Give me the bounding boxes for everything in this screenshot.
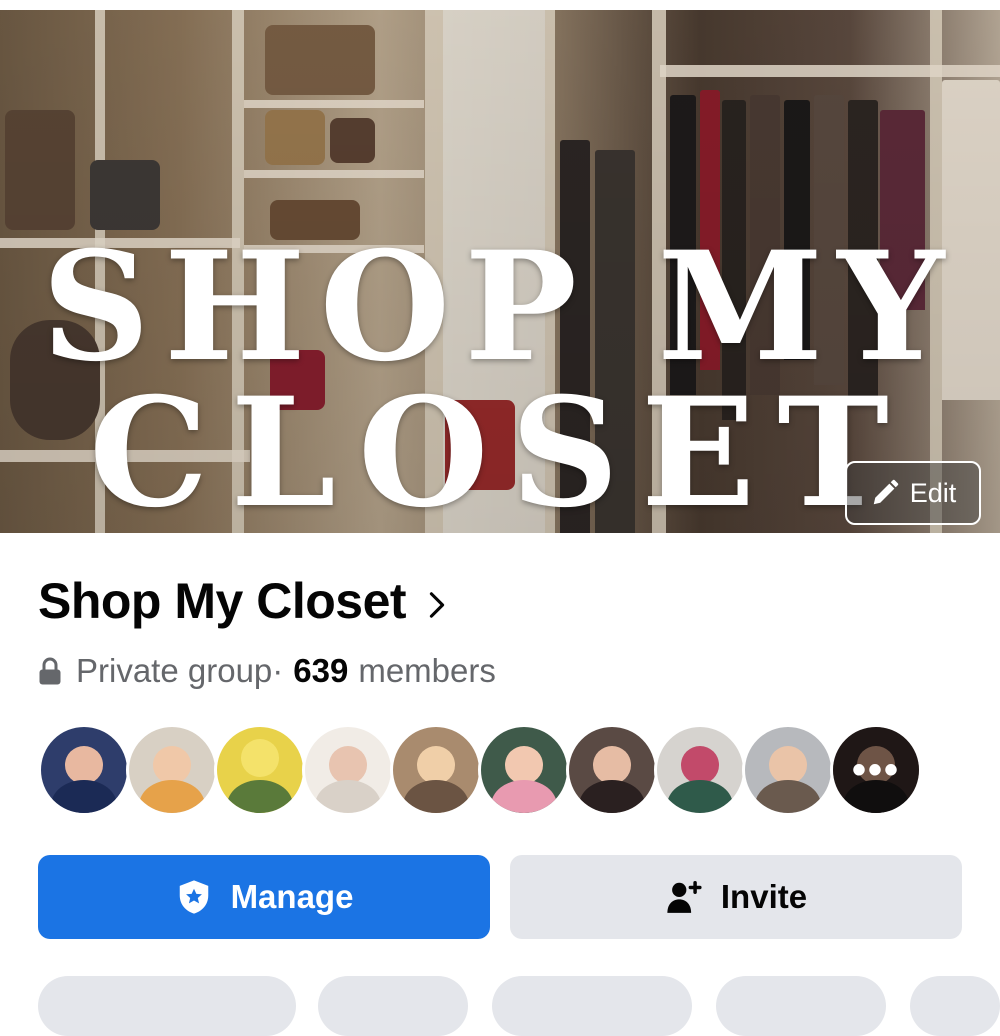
lock-icon [39,657,61,685]
tab-pill[interactable] [716,976,886,1036]
member-avatar[interactable] [654,724,746,816]
manage-label: Manage [230,878,354,915]
member-avatar[interactable] [126,724,218,816]
meta-separator: · [272,652,284,689]
member-avatar[interactable] [38,724,130,816]
pencil-icon [873,479,898,505]
cover-photo: SHOP MY CLOSET Edit [0,10,1000,533]
more-dots-icon: ••• [833,727,919,813]
edit-label: Edit [909,477,957,508]
privacy-label: Private group [76,652,273,689]
member-count[interactable]: 639 [293,652,348,690]
chevron-right-icon [429,592,445,618]
shield-star-icon [179,880,208,914]
group-name-link[interactable]: Shop My Closet [38,572,446,630]
edit-cover-button[interactable]: Edit [845,461,981,525]
more-members-avatar[interactable]: ••• [830,724,922,816]
member-suffix: members [358,652,496,689]
member-avatar[interactable] [390,724,482,816]
group-meta: Private group · 639 members [38,652,496,690]
invite-label: Invite [720,878,808,915]
invite-button[interactable]: Invite [510,855,962,939]
member-avatar[interactable] [302,724,394,816]
member-avatar[interactable] [566,724,658,816]
member-avatar[interactable] [214,724,306,816]
member-avatar[interactable] [742,724,834,816]
group-name: Shop My Closet [38,573,407,629]
tab-pill[interactable] [492,976,692,1036]
tab-pill[interactable] [38,976,296,1036]
tab-pill[interactable] [910,976,1000,1036]
manage-button[interactable]: Manage [38,855,490,939]
tab-pill[interactable] [318,976,468,1036]
add-person-icon [667,881,702,913]
cover-title-line1: SHOP MY [41,219,959,395]
member-avatar[interactable] [478,724,570,816]
